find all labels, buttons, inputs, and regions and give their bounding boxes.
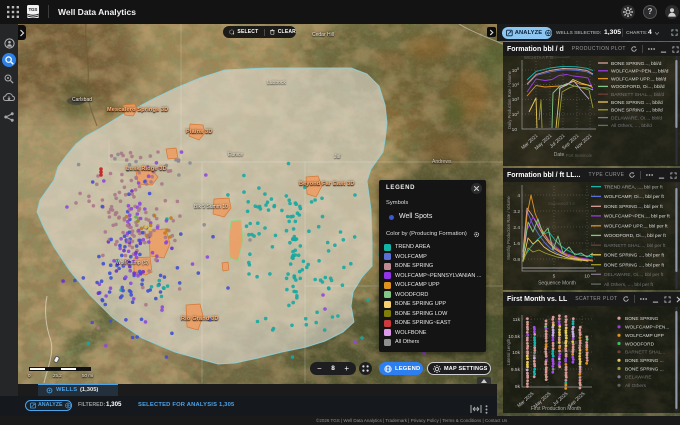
svg-text:WOLFCAMP UPP..., bbl/d: WOLFCAMP UPP..., bbl/d [611,76,667,82]
svg-text:WOODFORD, Oi..., bbl per ft: WOODFORD, Oi..., bbl per ft [604,233,667,239]
svg-text:2.4: 2.4 [513,225,520,231]
svg-text:BONE SPRING: BONE SPRING [625,316,659,322]
svg-text:BONE SPRING ..., bbl/d: BONE SPRING ..., bbl/d [611,100,663,106]
svg-text:All Others, ..., bbl/d: All Others, ..., bbl/d [611,123,652,129]
svg-text:WOLFCAMP, Oi..., bbl per ft: WOLFCAMP, Oi..., bbl per ft [604,194,665,200]
svg-text:104: 104 [512,82,519,89]
svg-text:10: 10 [584,274,590,280]
svg-text:1.6: 1.6 [513,241,520,247]
svg-text:First Production Month: First Production Month [531,406,582,412]
svg-text:5: 5 [553,274,556,280]
svg-text:Daily Production Rate / Volume: Daily Production Rate / Volume [507,70,512,129]
svg-text:BONE SPRING ..., bbl/d: BONE SPRING ..., bbl/d [611,108,663,114]
svg-text:DELAWARE: DELAWARE [625,375,652,381]
svg-text:WOLFCAMP UPP..., bbl per ft: WOLFCAMP UPP..., bbl per ft [604,224,668,230]
svg-text:10k: 10k [512,350,520,356]
svg-text:WOODFORD, Oi..., bbl/d: WOODFORD, Oi..., bbl/d [611,84,665,90]
svg-text:0.8: 0.8 [513,257,520,263]
svg-text:BONE SPRING ..., bbl per ft: BONE SPRING ..., bbl per ft [604,263,665,269]
svg-text:BARNETT SHAL...: BARNETT SHAL... [625,350,665,356]
svg-text:BONE SPRING ..., bbl per ft: BONE SPRING ..., bbl per ft [604,253,665,259]
svg-text:103: 103 [512,97,519,104]
svg-text:All Others, ..., bbl per ft: All Others, ..., bbl per ft [604,282,654,288]
svg-text:BONE SPRING ...: BONE SPRING ... [625,366,664,372]
svg-text:BONE SPRING..., bbl per ft: BONE SPRING..., bbl per ft [604,204,663,210]
svg-text:9.5k: 9.5k [511,367,521,373]
svg-text:10: 10 [512,127,518,133]
svg-text:Lateral Length: Lateral Length [506,338,511,365]
svg-text:102: 102 [512,111,519,118]
svg-text:11k: 11k [513,317,521,323]
svg-text:BONE SPRING..., bbl/d: BONE SPRING..., bbl/d [611,61,662,67]
svg-text:4: 4 [517,193,520,199]
svg-text:WOLFCAMP UPP: WOLFCAMP UPP [625,333,664,339]
svg-text:WOODFORD: WOODFORD [625,341,655,347]
svg-text:TREND AREA, ..., bbl per ft: TREND AREA, ..., bbl per ft [604,184,663,190]
svg-text:Sagewood 1 e: Sagewood 1 e [548,201,575,206]
svg-text:BONE SPRING ...: BONE SPRING ... [625,358,664,364]
svg-text:Monthly Production Rate / Volu: Monthly Production Rate / Volume [506,196,511,260]
svg-text:105: 105 [512,67,519,74]
svg-text:WOLFCAMP~PEN...: WOLFCAMP~PEN... [625,325,669,331]
svg-text:9k: 9k [515,384,521,390]
svg-text:DELAWARE, Oi..., bbl per ft: DELAWARE, Oi..., bbl per ft [604,272,664,278]
svg-text:WOLFCAMP~PEN..., bbl/d: WOLFCAMP~PEN..., bbl/d [611,69,669,75]
svg-text:WOLFCAMP~PEN..., bbl per ft: WOLFCAMP~PEN..., bbl per ft [604,214,670,220]
svg-text:DELAWARE, Oi..., bbl/d: DELAWARE, Oi..., bbl/d [611,115,662,121]
svg-text:Date: Date [554,152,565,158]
svg-text:Fort Seminole: Fort Seminole [566,153,593,158]
svg-text:Sequence Month: Sequence Month [538,281,576,287]
svg-text:BARNETT SHAL..., bbl/d: BARNETT SHAL..., bbl/d [611,92,665,98]
svg-text:BARNETT SHAL..., bbl per ft: BARNETT SHAL..., bbl per ft [604,243,666,249]
svg-text:All Others: All Others [625,383,647,389]
svg-text:3.2: 3.2 [513,209,520,215]
